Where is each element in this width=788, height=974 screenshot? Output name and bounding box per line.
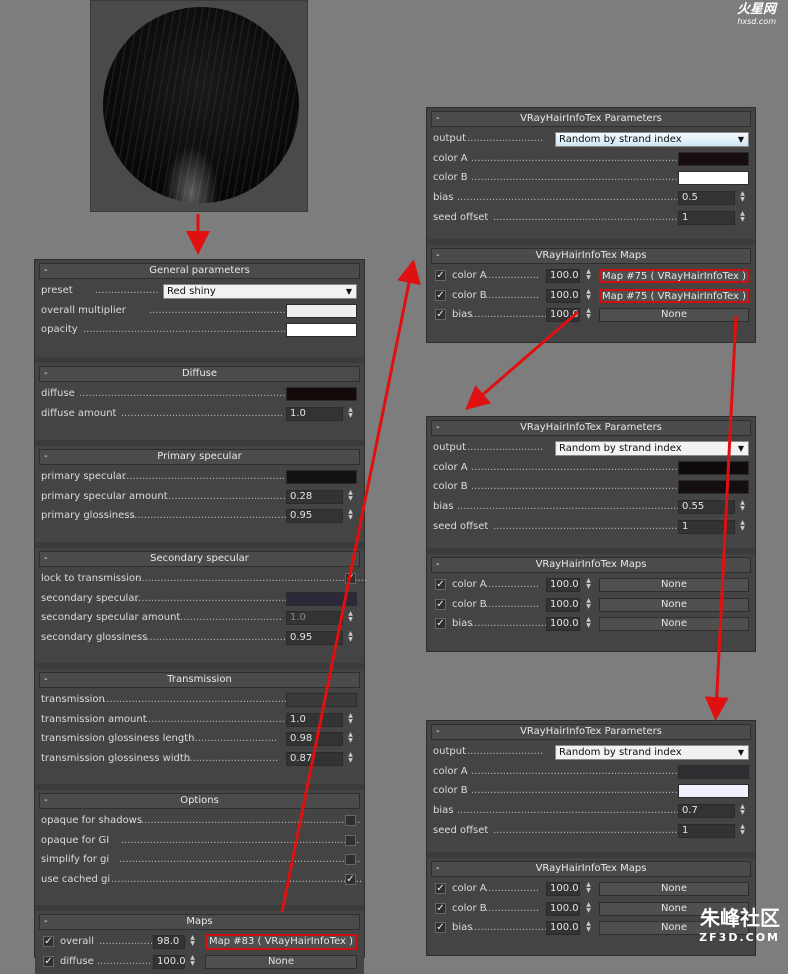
arrow-color-b-to-panel3: [704, 315, 738, 721]
watermark-url: ZF3D.COM: [699, 931, 780, 944]
annotation-arrows: [186, 214, 738, 913]
arrow-map83-to-panel1: [280, 259, 421, 913]
watermark-logo-bottom: 朱峰社区 ZF3D.COM: [699, 908, 780, 948]
watermark-brand: 朱峰社区: [700, 906, 780, 930]
arrow-color-a-to-panel2: [465, 310, 579, 410]
